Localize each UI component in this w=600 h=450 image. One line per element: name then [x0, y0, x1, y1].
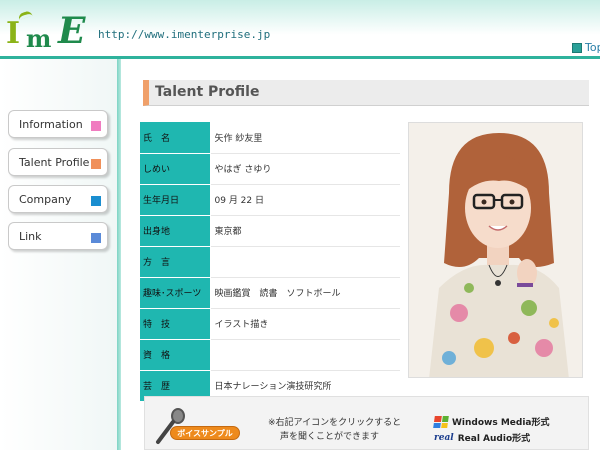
row-value: 映画鑑賞 読書 ソフトボール	[210, 277, 400, 309]
nav-item-information[interactable]: Information	[8, 110, 108, 138]
real-audio-link[interactable]: real Real Audio形式	[434, 431, 531, 445]
profile-photo	[408, 122, 583, 378]
nav-item-label: Link	[19, 229, 42, 243]
row-value	[210, 339, 400, 371]
table-row: 方 言	[140, 246, 400, 278]
page-title-bar: Talent Profile	[143, 80, 589, 106]
top-square-icon	[572, 42, 582, 53]
top-link[interactable]: Top	[572, 41, 600, 54]
row-label: 生年月日	[140, 184, 211, 216]
voice-sample-pill: ボイスサンプル	[170, 426, 240, 440]
row-label: 特 技	[140, 308, 211, 340]
table-row: 特 技イラスト描き	[140, 308, 400, 340]
nav-item-talent-profile[interactable]: Talent Profile	[8, 148, 108, 176]
windows-media-icon	[433, 415, 449, 428]
row-value	[210, 246, 400, 278]
nav-item-label: Information	[19, 117, 83, 131]
blue-square-icon	[91, 233, 101, 243]
table-row: 趣味･スポーツ 映画鑑賞 読書 ソフトボール	[140, 277, 400, 309]
table-row: しめい やはぎ さゆり	[140, 153, 400, 185]
voice-sample-label: ボイスサンプル	[177, 429, 233, 438]
table-row: 氏 名矢作 紗友里	[140, 122, 400, 154]
table-row: 生年月日 09 月 22 日	[140, 184, 400, 216]
row-label: 出身地	[140, 215, 211, 247]
company-logo[interactable]: I m E	[4, 6, 96, 53]
row-value: イラスト描き	[210, 308, 400, 340]
row-value: やはぎ さゆり	[210, 153, 400, 185]
nav-item-label: Company	[19, 192, 72, 206]
blue-square-icon	[91, 196, 101, 206]
nav-item-label: Talent Profile	[19, 155, 90, 169]
orange-square-icon	[91, 159, 101, 169]
table-row: 出身地 東京都	[140, 215, 400, 247]
row-value: 矢作 紗友里	[210, 122, 400, 154]
table-row: 資 格	[140, 339, 400, 371]
row-label: しめい	[140, 153, 211, 185]
nav-item-company[interactable]: Company	[8, 185, 108, 213]
top-link-label: Top	[585, 41, 600, 54]
row-value: 東京都	[210, 215, 400, 247]
profile-table: 氏 名矢作 紗友里 しめい やはぎ さゆり 生年月日 09 月 22 日 出身地 東京…	[140, 122, 400, 402]
voice-instructions: ※右記アイコンをクリックすると 声を聞くことができます	[268, 418, 402, 442]
row-label: 方 言	[140, 246, 211, 278]
real-audio-icon: real	[434, 432, 454, 443]
row-label: 氏 名	[140, 122, 211, 154]
page-title: Talent Profile	[155, 84, 260, 100]
pink-square-icon	[91, 121, 101, 131]
windows-media-link[interactable]: Windows Media形式	[433, 415, 550, 428]
row-value: 09 月 22 日	[210, 184, 400, 216]
portrait-illustration	[409, 123, 582, 377]
row-label: 趣味･スポーツ	[140, 277, 211, 309]
nav-item-link[interactable]: Link	[8, 222, 108, 250]
row-label: 資 格	[140, 339, 211, 371]
voice-sample-badge: ボイスサンプル	[152, 406, 242, 446]
real-audio-label: Real Audio形式	[457, 434, 531, 444]
site-url: http://www.imenterprise.jp	[98, 28, 271, 41]
windows-media-label: Windows Media形式	[452, 418, 550, 428]
